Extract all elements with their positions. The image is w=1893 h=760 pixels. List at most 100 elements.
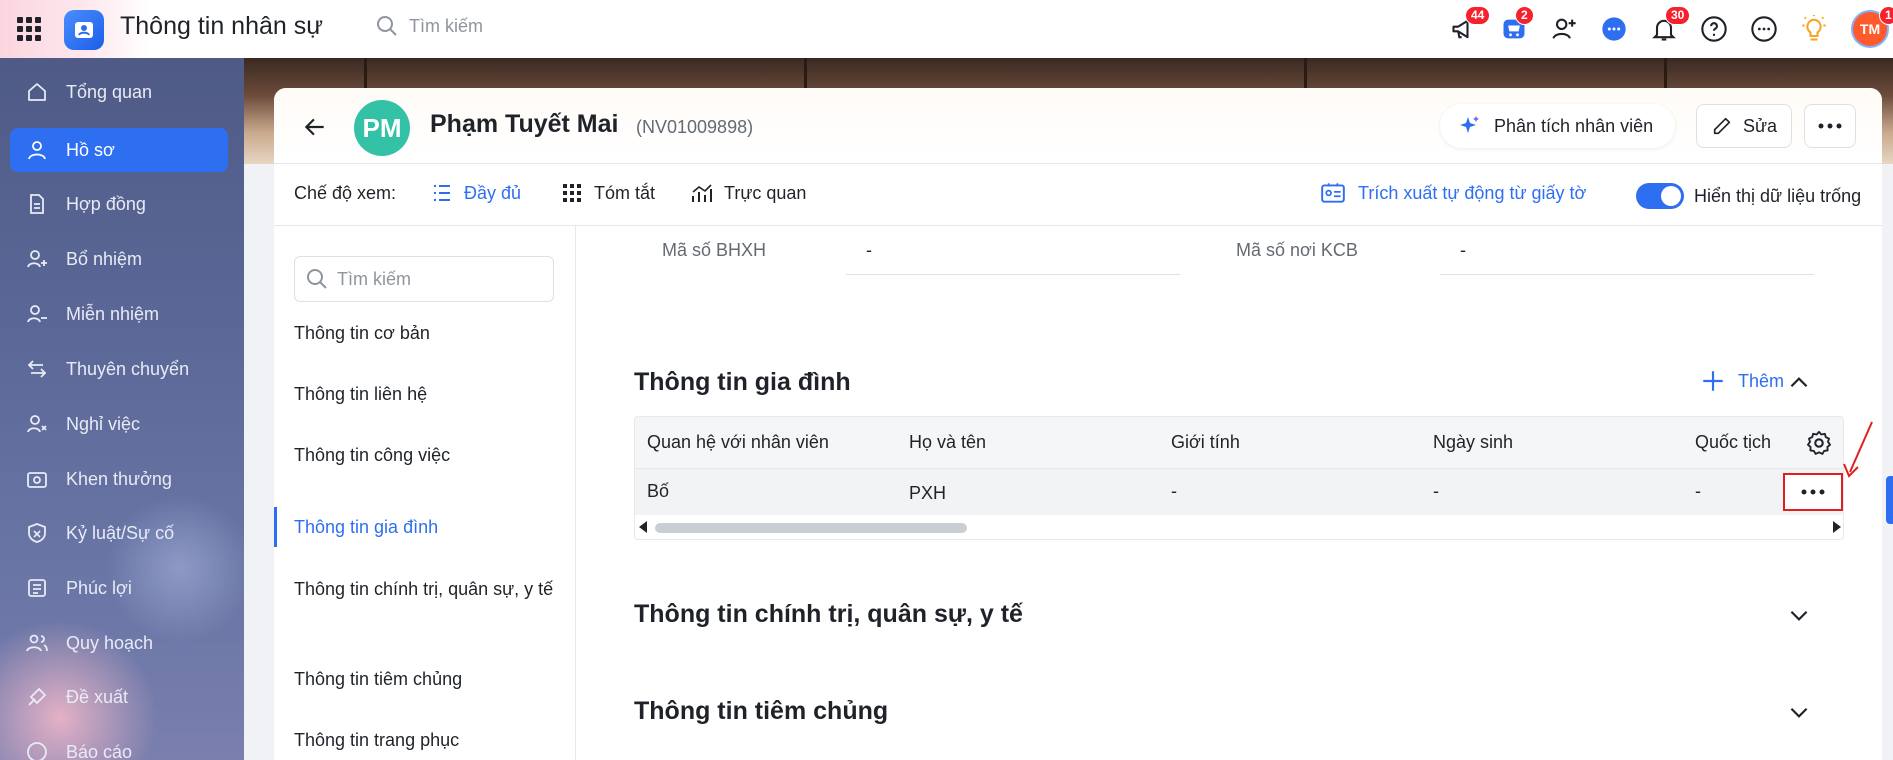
sidebar-item-label: Thuyên chuyển bbox=[66, 358, 190, 379]
view-mode-summary[interactable]: Tóm tắt bbox=[560, 181, 655, 205]
sidebar-item-discipline[interactable]: Kỷ luật/Sự cố bbox=[10, 511, 228, 555]
side-panel-handle[interactable] bbox=[1886, 476, 1893, 524]
app-title: Thông tin nhân sự bbox=[120, 12, 323, 40]
section-search-placeholder: Tìm kiếm bbox=[337, 268, 411, 289]
global-search[interactable]: Tìm kiếm bbox=[375, 14, 483, 38]
more-apps-button[interactable] bbox=[1749, 14, 1779, 44]
table-horizontal-scrollbar[interactable] bbox=[635, 515, 1843, 539]
back-arrow-icon[interactable] bbox=[302, 114, 328, 140]
sidebar-item-dismissal[interactable]: Miễn nhiệm bbox=[10, 292, 228, 336]
sidebar-item-proposals[interactable]: Đề xuất bbox=[10, 675, 228, 719]
scroll-right-arrow[interactable] bbox=[1833, 521, 1841, 533]
people-icon bbox=[75, 22, 93, 38]
scroll-left-arrow[interactable] bbox=[639, 521, 647, 533]
view-mode-bar: Chế độ xem: Đầy đủ Tóm tắt Trực quan Trí… bbox=[274, 164, 1882, 226]
chevron-down-icon[interactable] bbox=[1786, 699, 1812, 725]
add-family-button[interactable]: Thêm bbox=[1700, 368, 1784, 394]
scroll-thumb[interactable] bbox=[655, 523, 967, 533]
chevron-up-icon[interactable] bbox=[1786, 370, 1812, 396]
sidebar-item-label: Hợp đồng bbox=[66, 193, 146, 214]
cart-badge: 2 bbox=[1515, 6, 1534, 25]
global-search-placeholder: Tìm kiếm bbox=[409, 15, 483, 36]
announcement-button[interactable]: 44 bbox=[1449, 6, 1491, 44]
view-mode-visual-label: Trực quan bbox=[724, 182, 807, 203]
plus-icon bbox=[1703, 371, 1723, 391]
cart-button[interactable]: 2 bbox=[1499, 6, 1534, 44]
kcb-value: - bbox=[1460, 240, 1466, 260]
app-launcher-icon[interactable] bbox=[17, 17, 41, 41]
user-initials: TM bbox=[1859, 21, 1881, 37]
show-empty-switch[interactable] bbox=[1636, 183, 1684, 209]
chevron-down-icon[interactable] bbox=[1786, 602, 1812, 628]
analyze-employee-button[interactable]: Phân tích nhân viên bbox=[1440, 104, 1676, 148]
cell-nationality: - bbox=[1695, 481, 1701, 501]
sidebar-item-planning[interactable]: Quy hoạch bbox=[10, 621, 228, 665]
auto-extract-button[interactable]: Trích xuất tự động từ giấy tờ bbox=[1320, 180, 1586, 206]
idea-button[interactable] bbox=[1799, 14, 1829, 44]
employee-code: (NV01009898) bbox=[636, 117, 754, 137]
cell-dob: - bbox=[1433, 481, 1439, 501]
profile-header: PM Phạm Tuyết Mai (NV01009898) Phân tích… bbox=[274, 88, 1882, 164]
vaccine-section-title[interactable]: Thông tin tiêm chủng bbox=[634, 697, 888, 726]
top-bar: Thông tin nhân sự Tìm kiếm 44 2 30 TM 1 bbox=[0, 0, 1893, 58]
employee-avatar: PM bbox=[354, 100, 410, 156]
show-empty-label: Hiển thị dữ liệu trống bbox=[1694, 185, 1862, 206]
sidebar-item-contracts[interactable]: Hợp đồng bbox=[10, 182, 228, 226]
view-mode-full[interactable]: Đầy đủ bbox=[430, 181, 521, 205]
notification-button[interactable]: 30 bbox=[1649, 6, 1691, 44]
section-nav-vaccine[interactable]: Thông tin tiêm chủng bbox=[294, 666, 564, 692]
sidebar-item-reports[interactable]: Báo cáo bbox=[10, 730, 228, 760]
employee-name: Phạm Tuyết Mai bbox=[430, 110, 619, 138]
chat-icon bbox=[1602, 17, 1626, 41]
show-empty-toggle[interactable]: Hiển thị dữ liệu trống bbox=[1636, 183, 1861, 209]
list-icon bbox=[434, 185, 450, 201]
user-minus-icon bbox=[27, 305, 47, 323]
table-row[interactable]: Bố PXH - - - bbox=[635, 469, 1843, 515]
chat-button[interactable] bbox=[1599, 14, 1629, 44]
sidebar-item-label: Khen thưởng bbox=[66, 468, 172, 489]
section-nav-work[interactable]: Thông tin công việc bbox=[294, 442, 564, 468]
user-leave-icon bbox=[27, 415, 47, 433]
document-icon bbox=[30, 194, 44, 214]
sidebar-item-profile[interactable]: Hồ sơ bbox=[10, 128, 228, 172]
section-nav-family[interactable]: Thông tin gia đình bbox=[294, 514, 564, 540]
add-family-label: Thêm bbox=[1738, 370, 1785, 391]
gear-icon[interactable] bbox=[1805, 429, 1833, 457]
analyze-employee-label: Phân tích nhân viên bbox=[1494, 115, 1654, 136]
sidebar-item-appointment[interactable]: Bổ nhiệm bbox=[10, 237, 228, 281]
view-mode-full-label: Đầy đủ bbox=[464, 182, 522, 203]
sidebar-item-rewards[interactable]: Khen thưởng bbox=[10, 457, 228, 501]
user-avatar[interactable]: TM 1 bbox=[1851, 6, 1893, 48]
id-card-icon bbox=[1321, 183, 1345, 203]
sidebar-item-benefits[interactable]: Phúc lợi bbox=[10, 566, 228, 610]
section-nav-uniform[interactable]: Thông tin trang phục bbox=[294, 727, 564, 753]
section-nav-contact[interactable]: Thông tin liên hệ bbox=[294, 381, 564, 407]
section-nav-political[interactable]: Thông tin chính trị, quân sự, y tế bbox=[294, 576, 564, 602]
sidebar-item-label: Phúc lợi bbox=[66, 577, 132, 598]
col-nationality: Quốc tịch bbox=[1695, 432, 1772, 452]
header-more-button[interactable] bbox=[1804, 104, 1856, 148]
view-mode-visual[interactable]: Trực quan bbox=[690, 181, 806, 205]
family-table: Quan hệ với nhân viên Họ và tên Giới tín… bbox=[634, 416, 1844, 540]
help-button[interactable] bbox=[1699, 14, 1729, 44]
sidebar-item-label: Miễn nhiệm bbox=[66, 303, 160, 324]
sidebar-item-label: Hồ sơ bbox=[66, 139, 115, 160]
sidebar-item-resignation[interactable]: Nghỉ việc bbox=[10, 402, 228, 446]
add-user-button[interactable] bbox=[1549, 14, 1579, 44]
sidebar-item-overview[interactable]: Tổng quan bbox=[10, 70, 228, 114]
political-section-title[interactable]: Thông tin chính trị, quân sự, y tế bbox=[634, 600, 1023, 629]
sidebar-item-label: Nghỉ việc bbox=[66, 413, 141, 434]
sidebar: Tổng quan Hồ sơ Hợp đồng Bổ nhiệm Miễn n… bbox=[0, 58, 244, 760]
grid-icon bbox=[563, 184, 581, 202]
chart-icon bbox=[692, 184, 712, 202]
row-more-button[interactable] bbox=[1783, 473, 1843, 511]
section-search-input[interactable]: Tìm kiếm bbox=[294, 256, 554, 302]
family-table-header: Quan hệ với nhân viên Họ và tên Giới tín… bbox=[635, 417, 1843, 469]
search-icon bbox=[307, 269, 327, 289]
edit-button[interactable]: Sửa bbox=[1696, 104, 1792, 148]
section-nav: Tìm kiếm Thông tin cơ bản Thông tin liên… bbox=[274, 226, 576, 760]
section-nav-basic[interactable]: Thông tin cơ bản bbox=[294, 320, 564, 346]
sidebar-item-label: Kỷ luật/Sự cố bbox=[66, 522, 175, 543]
user-plus-icon bbox=[27, 250, 47, 268]
sidebar-item-transfer[interactable]: Thuyên chuyển bbox=[10, 347, 228, 391]
